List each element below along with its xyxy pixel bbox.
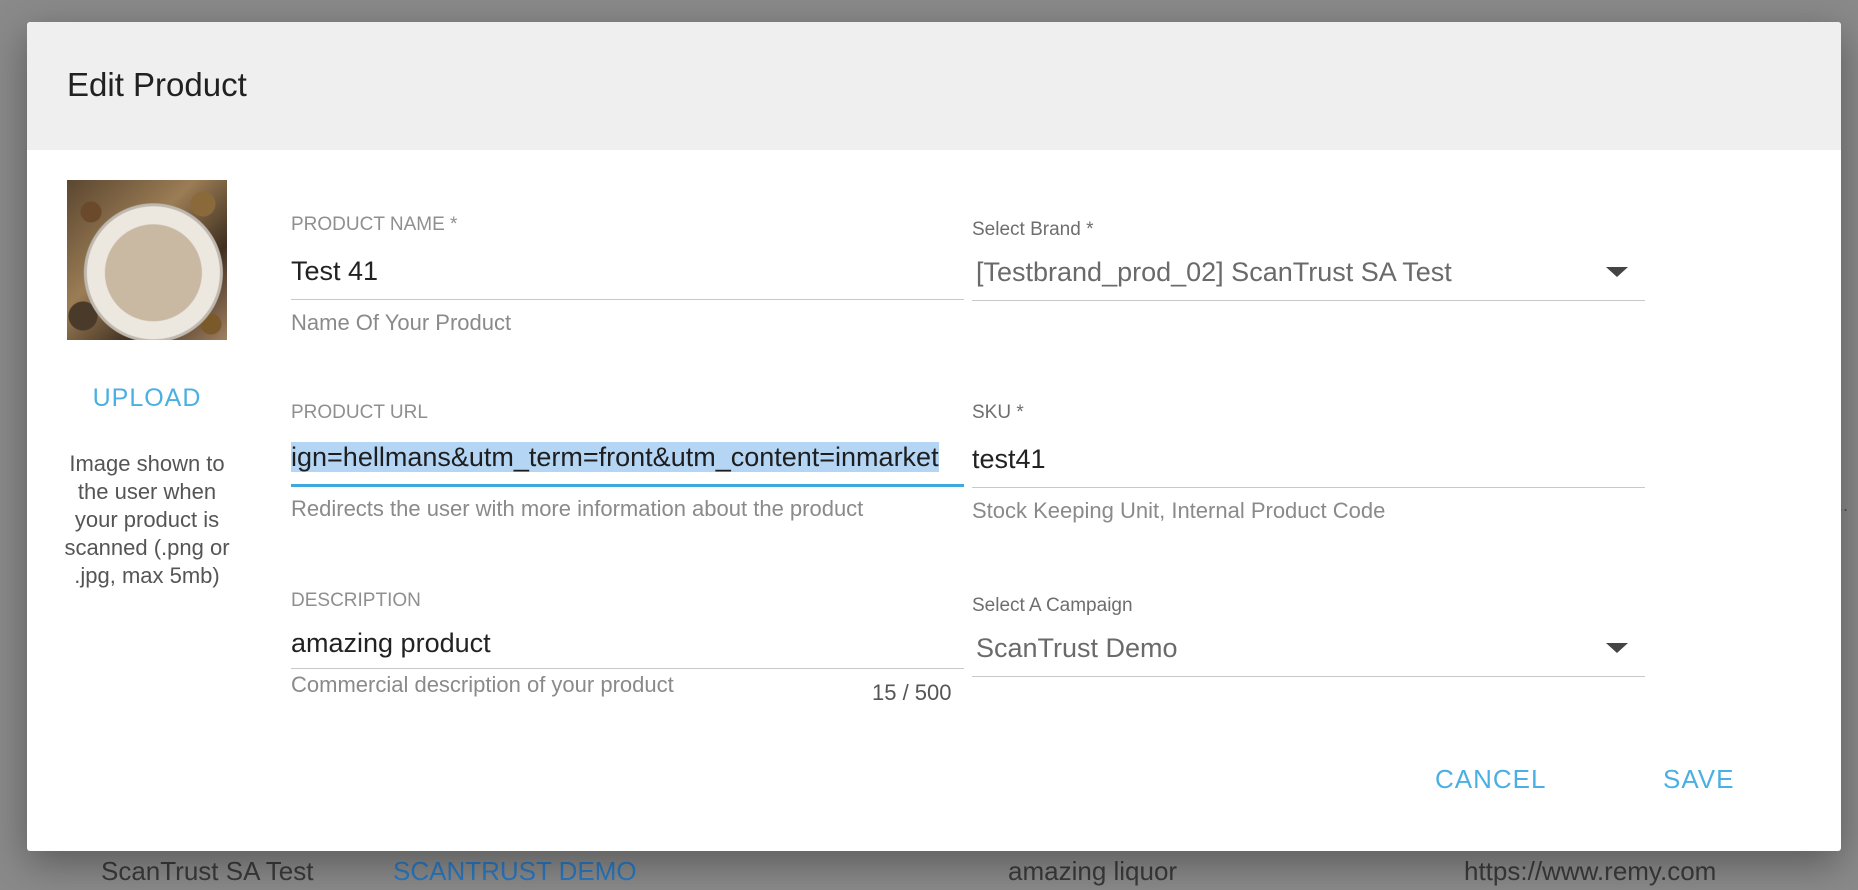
description-label: DESCRIPTION <box>291 590 421 611</box>
upload-button[interactable]: UPLOAD <box>67 384 227 413</box>
description-input[interactable]: amazing product <box>291 622 964 664</box>
product-name-input[interactable]: Test 41 <box>291 250 964 292</box>
product-url-hint: Redirects the user with more information… <box>291 496 864 521</box>
brand-select-label: Select Brand * <box>972 219 1094 240</box>
product-name-field: PRODUCT NAME * Test 41 Name Of Your Prod… <box>291 208 964 335</box>
background-description-cell: amazing liquor <box>1008 856 1178 886</box>
campaign-select-label: Select A Campaign <box>972 595 1133 616</box>
brand-select-value[interactable]: [Testbrand_prod_02] ScanTrust SA Test <box>976 257 1452 288</box>
background-brand-cell: ScanTrust SA Test <box>101 856 314 886</box>
brand-select-field[interactable]: Select Brand * [Testbrand_prod_02] ScanT… <box>972 208 1645 308</box>
description-field: DESCRIPTION amazing product Commercial d… <box>291 584 964 714</box>
background-url-cell: https://www.remy.com <box>1464 856 1717 886</box>
description-hint: Commercial description of your product <box>291 672 674 697</box>
brand-select-underline <box>972 300 1645 301</box>
sku-underline <box>972 487 1645 488</box>
save-button[interactable]: SAVE <box>1663 764 1734 795</box>
chevron-down-icon[interactable] <box>1606 267 1628 277</box>
campaign-select-field[interactable]: Select A Campaign ScanTrust Demo <box>972 584 1645 684</box>
dialog-header: Edit Product <box>27 22 1841 150</box>
background-campaign-cell: SCANTRUST DEMO <box>393 856 637 886</box>
cancel-button[interactable]: CANCEL <box>1435 764 1546 795</box>
upload-note: Image shown to the user when your produc… <box>64 451 230 588</box>
sku-hint: Stock Keeping Unit, Internal Product Cod… <box>972 498 1386 523</box>
product-url-selected-text: ign=hellmans&utm_term=front&utm_content=… <box>291 442 939 472</box>
description-char-counter: 15 / 500 <box>872 680 952 705</box>
product-name-label: PRODUCT NAME * <box>291 214 458 235</box>
product-url-label: PRODUCT URL <box>291 402 428 423</box>
campaign-select-underline <box>972 676 1645 677</box>
sku-field: SKU * test41 Stock Keeping Unit, Interna… <box>972 396 1645 523</box>
sku-input[interactable]: test41 <box>972 438 1645 480</box>
background-table-row: ScanTrust SA Test SCANTRUST DEMO amazing… <box>0 850 1858 890</box>
sku-label: SKU * <box>972 402 1024 423</box>
dialog-title: Edit Product <box>67 66 247 103</box>
product-name-hint: Name Of Your Product <box>291 310 512 335</box>
description-underline <box>291 668 964 669</box>
product-name-underline <box>291 299 964 300</box>
product-url-input[interactable]: ign=hellmans&utm_term=front&utm_content=… <box>291 436 964 478</box>
edit-product-dialog: Edit Product UPLOAD Image shown to the u… <box>27 22 1841 851</box>
product-url-underline-focused <box>291 484 964 487</box>
campaign-select-value[interactable]: ScanTrust Demo <box>976 633 1178 664</box>
product-image <box>67 180 227 340</box>
chevron-down-icon[interactable] <box>1606 643 1628 653</box>
product-url-field: PRODUCT URL ign=hellmans&utm_term=front&… <box>291 396 964 521</box>
